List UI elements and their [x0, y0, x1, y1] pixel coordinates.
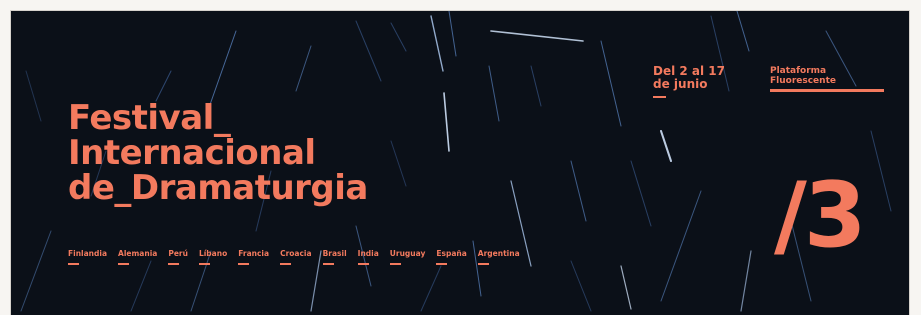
country-label: Finlandia	[68, 249, 108, 258]
country-tick	[238, 263, 250, 265]
country-tick	[280, 263, 292, 265]
country-item: Líbano	[198, 249, 228, 265]
country-tick	[357, 263, 369, 265]
country-label: España	[436, 249, 467, 258]
country-item: Brasil	[322, 249, 347, 265]
country-label: Francia	[238, 249, 270, 258]
platform-line-1: Plataforma	[770, 66, 827, 76]
country-item: Alemania	[118, 249, 157, 265]
country-label: Brasil	[322, 249, 347, 258]
title-line-internacional: Internacional	[68, 133, 316, 173]
country-label: Argentina	[477, 249, 520, 258]
country-label: India	[357, 249, 379, 258]
country-label: Croacia	[280, 249, 312, 258]
country-label: Uruguay	[389, 249, 426, 258]
country-label: Líbano	[198, 249, 228, 258]
festival-banner: Festival_ Internacional de_Dramaturgia F…	[11, 11, 909, 315]
dates-line-2: de junio	[653, 77, 708, 91]
country-tick	[168, 263, 180, 265]
title-line-festival: Festival_	[68, 98, 231, 138]
platform-line-2: Fluorescente	[770, 76, 836, 86]
country-item: Uruguay	[389, 249, 426, 265]
country-item: India	[357, 249, 379, 265]
country-label: Alemania	[118, 249, 158, 258]
country-item: Argentina	[477, 249, 520, 265]
title-line-dramaturgia: de_Dramaturgia	[68, 168, 368, 208]
page: Festival_ Internacional de_Dramaturgia F…	[0, 0, 921, 315]
country-label: Perú	[168, 249, 188, 258]
country-item: Perú	[168, 249, 188, 265]
country-tick	[477, 263, 489, 265]
country-tick	[436, 263, 448, 265]
dates-tick	[653, 96, 666, 98]
country-item: Francia	[238, 249, 269, 265]
country-tick	[322, 263, 334, 265]
platform-label: Plataforma Fluorescente	[770, 66, 886, 92]
country-tick	[389, 263, 401, 265]
festival-title: Festival_ Internacional de_Dramaturgia	[68, 101, 368, 206]
country-item: Finlandia	[68, 249, 107, 265]
edition-number: /3	[774, 163, 866, 268]
country-item: España	[436, 249, 467, 265]
festival-dates: Del 2 al 17 de junio	[653, 65, 725, 98]
country-tick	[68, 263, 79, 265]
country-tick	[198, 263, 210, 265]
country-item: Croacia	[280, 249, 312, 265]
country-tick	[118, 263, 130, 265]
platform-rule	[770, 89, 884, 92]
country-list: Finlandia Alemania Perú Líbano Francia C…	[68, 249, 520, 265]
